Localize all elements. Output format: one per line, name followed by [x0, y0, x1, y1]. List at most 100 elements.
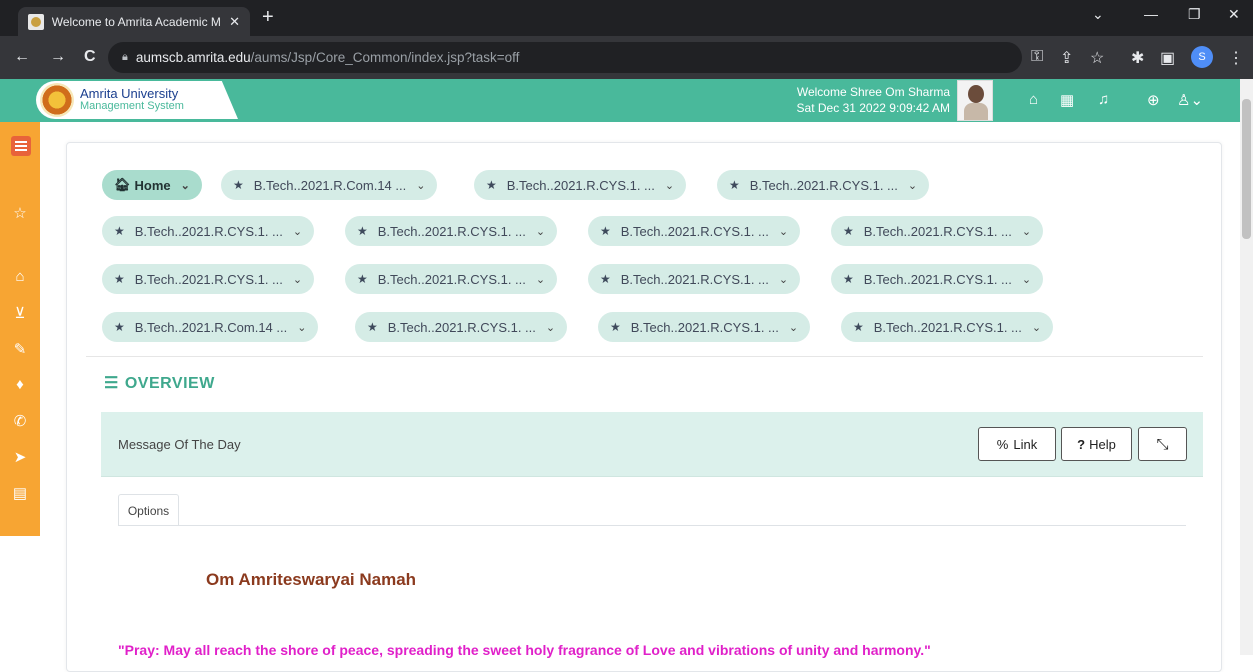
chevron-down-icon: ⌄ [535, 273, 546, 286]
list-icon: ☰ [104, 375, 119, 392]
breadcrumb-pill[interactable]: ★ B.Tech..2021.R.CYS.1. ... ⌄ [345, 216, 558, 246]
tab-search-icon[interactable]: ⌄ [1092, 6, 1104, 23]
breadcrumb-pill-label: B.Tech..2021.R.CYS.1. ... [749, 177, 898, 193]
star-icon: ★ [486, 178, 497, 192]
logo-title: Amrita University [80, 86, 179, 101]
user-menu-icon[interactable]: ♙⌄ [1177, 91, 1203, 109]
star-icon: ★ [843, 224, 854, 238]
briefcase-icon[interactable]: ▤ [11, 484, 29, 502]
breadcrumb-pill[interactable]: ★ B.Tech..2021.R.CYS.1. ... ⌄ [717, 170, 930, 200]
forward-icon[interactable]: → [50, 48, 66, 66]
reload-icon[interactable]: C [84, 48, 96, 66]
welcome-text: Welcome Shree Om Sharma [796, 85, 950, 99]
send-icon[interactable]: ➤ [11, 448, 29, 466]
panel-title: Message Of The Day [118, 437, 241, 452]
page-scrollbar[interactable] [1240, 79, 1253, 655]
breadcrumb-home[interactable]: 🏠︎ Home ⌄ [102, 170, 202, 200]
star-icon: ★ [114, 224, 125, 238]
expand-icon: ⤡ [1156, 435, 1169, 453]
breadcrumb-pill[interactable]: ★ B.Tech..2021.R.CYS.1. ... ⌄ [831, 264, 1044, 294]
breadcrumb-pill[interactable]: ★ B.Tech..2021.R.Com.14 ... ⌄ [221, 170, 438, 200]
link-button[interactable]: % Link [978, 427, 1056, 461]
grid-icon[interactable]: ▦ [1060, 91, 1074, 109]
breadcrumb-pill-label: B.Tech..2021.R.CYS.1. ... [377, 223, 526, 239]
breadcrumb-pill-label: B.Tech..2021.R.Com.14 ... [134, 319, 288, 335]
chevron-down-icon: ⌄ [1021, 273, 1032, 286]
site-favicon-icon [28, 13, 44, 30]
chevron-down-icon: ⌄ [297, 321, 307, 334]
breadcrumb-pill[interactable]: ★ B.Tech..2021.R.Com.14 ... ⌄ [102, 312, 319, 342]
scrollbar-thumb[interactable] [1242, 99, 1251, 239]
address-bar[interactable]: 🔒︎ aumscb.amrita.edu /aums/Jsp/Core_Comm… [108, 42, 1022, 73]
hamburger-menu-icon[interactable] [11, 136, 31, 156]
star-icon: ★ [114, 320, 125, 334]
maximize-icon[interactable]: ❐ [1188, 6, 1201, 23]
back-icon[interactable]: ← [14, 48, 30, 66]
extensions-icon[interactable]: ✱ [1131, 48, 1144, 68]
new-tab-icon[interactable]: + [262, 6, 274, 29]
breadcrumb-pill[interactable]: ★ B.Tech..2021.R.CYS.1. ... ⌄ [841, 312, 1054, 342]
side-panel-icon[interactable]: ▣ [1160, 48, 1175, 68]
diamond-icon[interactable]: ♦ [11, 376, 29, 393]
home-icon[interactable]: ⌂ [1029, 91, 1038, 108]
message-heading: Om Amriteswaryai Namah [206, 570, 417, 589]
rocket-icon[interactable]: ✎ [11, 340, 29, 358]
favorites-star-icon[interactable]: ☆ [11, 204, 29, 222]
breadcrumb-pill[interactable]: ★ B.Tech..2021.R.CYS.1. ... ⌄ [355, 312, 568, 342]
university-logo[interactable]: Amrita University Management System [36, 81, 238, 119]
breadcrumb-pill[interactable]: ★ B.Tech..2021.R.CYS.1. ... ⌄ [345, 264, 558, 294]
cart-icon[interactable]: ⊻ [11, 304, 29, 322]
password-key-icon[interactable]: ⚿ [1031, 48, 1043, 66]
help-button-label: Help [1089, 436, 1116, 452]
breadcrumb-pill[interactable]: ★ B.Tech..2021.R.CYS.1. ... ⌄ [474, 170, 687, 200]
star-icon: ★ [729, 178, 740, 192]
breadcrumb-pill-label: B.Tech..2021.R.CYS.1. ... [620, 271, 769, 287]
star-icon: ★ [114, 272, 125, 286]
breadcrumb-pill-label: B.Tech..2021.R.CYS.1. ... [377, 271, 526, 287]
window-close-icon[interactable]: ✕ [1228, 6, 1240, 23]
minimize-icon[interactable]: — [1144, 6, 1158, 22]
bookmark-star-icon[interactable]: ☆ [1090, 48, 1104, 68]
tab-close-icon[interactable]: ✕ [229, 14, 240, 30]
sidebar-home-icon[interactable]: ⌂ [11, 268, 29, 285]
fullscreen-button[interactable]: ⤡ [1138, 427, 1187, 461]
left-sidebar: ☆ ⌂ ⊻ ✎ ♦ ✆ ➤ ▤ [0, 122, 40, 536]
breadcrumb-pill-label: B.Tech..2021.R.CYS.1. ... [630, 319, 779, 335]
globe-icon[interactable]: ⊕ [1147, 91, 1160, 109]
star-icon: ★ [600, 272, 611, 286]
tab-options[interactable]: Options [118, 494, 179, 526]
breadcrumb-pill-label: B.Tech..2021.R.CYS.1. ... [863, 223, 1012, 239]
chevron-down-icon: ⌄ [664, 179, 675, 192]
tag-icon[interactable]: ✆ [11, 412, 29, 430]
help-icon: ? [1077, 436, 1086, 452]
breadcrumb-pill[interactable]: ★ B.Tech..2021.R.CYS.1. ... ⌄ [588, 264, 801, 294]
star-icon: ★ [853, 320, 864, 334]
breadcrumb-pill[interactable]: ★ B.Tech..2021.R.CYS.1. ... ⌄ [102, 264, 315, 294]
breadcrumb-pill[interactable]: ★ B.Tech..2021.R.CYS.1. ... ⌄ [831, 216, 1044, 246]
browser-tab[interactable]: Welcome to Amrita Academic M ✕ [18, 7, 250, 36]
help-button[interactable]: ? Help [1061, 427, 1132, 461]
breadcrumb-home-label: Home [134, 177, 171, 193]
link-button-label: Link [1013, 436, 1038, 452]
breadcrumb-pill-label: B.Tech..2021.R.CYS.1. ... [134, 271, 283, 287]
lock-icon: 🔒︎ [122, 51, 128, 63]
breadcrumb-pill[interactable]: ★ B.Tech..2021.R.CYS.1. ... ⌄ [102, 216, 315, 246]
chevron-down-icon: ⌄ [778, 225, 789, 238]
breadcrumb-pill-label: B.Tech..2021.R.CYS.1. ... [620, 223, 769, 239]
breadcrumb-pill[interactable]: ★ B.Tech..2021.R.CYS.1. ... ⌄ [588, 216, 801, 246]
breadcrumb-pill[interactable]: ★ B.Tech..2021.R.CYS.1. ... ⌄ [598, 312, 811, 342]
profile-avatar[interactable]: S [1191, 46, 1213, 68]
star-icon: ★ [367, 320, 378, 334]
star-icon: ★ [843, 272, 854, 286]
bell-icon[interactable]: ♫ [1098, 91, 1109, 108]
star-icon: ★ [600, 224, 611, 238]
breadcrumb-pill-label: B.Tech..2021.R.CYS.1. ... [506, 177, 655, 193]
browser-menu-icon[interactable]: ⋮ [1228, 48, 1244, 68]
share-icon[interactable]: ⇪ [1060, 48, 1073, 68]
message-quote: "Pray: May all reach the shore of peace,… [118, 642, 931, 658]
browser-toolbar: ← → C 🔒︎ aumscb.amrita.edu /aums/Jsp/Cor… [0, 36, 1253, 79]
chevron-down-icon: ⌄ [416, 179, 426, 192]
breadcrumb-pill-label: B.Tech..2021.R.CYS.1. ... [863, 271, 1012, 287]
tab-underline [118, 525, 1186, 526]
home-small-icon: 🏠︎ [114, 177, 131, 192]
